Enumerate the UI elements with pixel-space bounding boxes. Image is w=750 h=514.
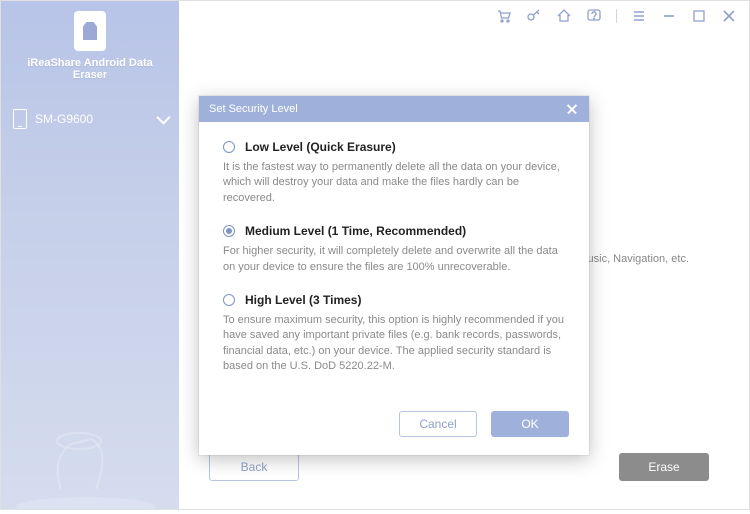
phone-icon <box>13 109 27 129</box>
menu-icon[interactable] <box>631 8 647 24</box>
logo-area: iReaShare Android Data Eraser <box>1 1 179 89</box>
sidebar: iReaShare Android Data Eraser SM-G9600 <box>1 1 179 509</box>
radio-icon <box>223 141 235 153</box>
device-selector[interactable]: SM-G9600 <box>1 99 179 139</box>
cart-icon[interactable] <box>496 8 512 24</box>
help-icon[interactable] <box>586 8 602 24</box>
option-description: To ensure maximum security, this option … <box>223 313 569 375</box>
dialog-header: Set Security Level <box>199 96 589 122</box>
chevron-down-icon <box>156 111 170 125</box>
radio-icon <box>223 225 235 237</box>
option-label: High Level (3 Times) <box>245 293 361 307</box>
option-high-level[interactable]: High Level (3 Times) To ensure maximum s… <box>223 293 569 375</box>
option-medium-level[interactable]: Medium Level (1 Time, Recommended) For h… <box>223 224 569 275</box>
option-description: For higher security, it will completely … <box>223 244 569 275</box>
home-icon[interactable] <box>556 8 572 24</box>
app-logo-icon <box>74 11 106 51</box>
brand-title: iReaShare Android Data Eraser <box>9 57 171 81</box>
security-level-dialog: Set Security Level Low Level (Quick Eras… <box>199 96 589 455</box>
radio-icon <box>223 294 235 306</box>
key-icon[interactable] <box>526 8 542 24</box>
minimize-icon[interactable] <box>661 8 677 24</box>
option-label: Low Level (Quick Erasure) <box>245 140 396 154</box>
ok-button[interactable]: OK <box>491 411 569 437</box>
dialog-title: Set Security Level <box>209 103 298 115</box>
window-controls <box>179 1 749 31</box>
separator <box>616 9 617 23</box>
erase-button[interactable]: Erase <box>619 453 709 481</box>
device-name: SM-G9600 <box>35 112 93 126</box>
cancel-button[interactable]: Cancel <box>399 411 477 437</box>
dialog-close-icon[interactable] <box>565 102 579 116</box>
bottom-bar: Back Erase <box>209 453 709 481</box>
maximize-icon[interactable] <box>691 8 707 24</box>
dialog-body: Low Level (Quick Erasure) It is the fast… <box>199 122 589 407</box>
dialog-footer: Cancel OK <box>199 407 589 455</box>
sidebar-decoration <box>1 389 179 509</box>
option-description: It is the fastest way to permanently del… <box>223 160 569 206</box>
option-low-level[interactable]: Low Level (Quick Erasure) It is the fast… <box>223 140 569 206</box>
close-icon[interactable] <box>721 8 737 24</box>
option-label: Medium Level (1 Time, Recommended) <box>245 224 466 238</box>
back-button[interactable]: Back <box>209 453 299 481</box>
